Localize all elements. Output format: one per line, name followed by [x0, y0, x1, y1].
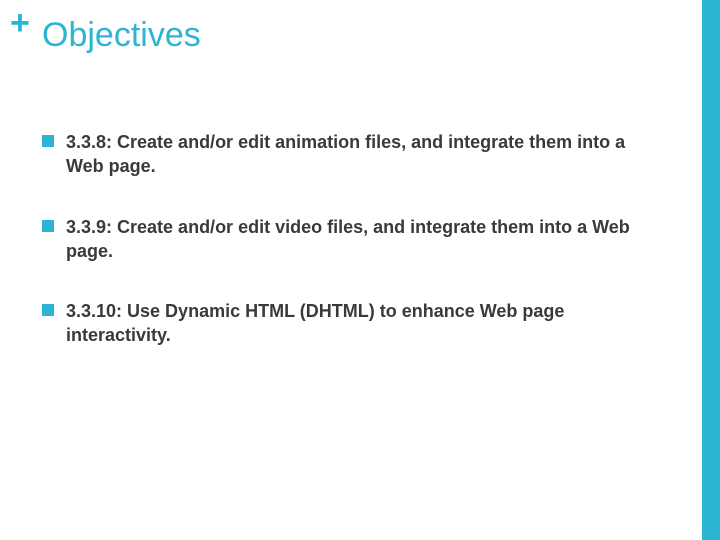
list-item: 3.3.10: Use Dynamic HTML (DHTML) to enha…: [42, 299, 666, 348]
bullet-text: 3.3.10: Use Dynamic HTML (DHTML) to enha…: [66, 299, 666, 348]
bullet-marker-icon: [42, 220, 54, 232]
bullet-text: 3.3.9: Create and/or edit video files, a…: [66, 215, 666, 264]
bullet-marker-icon: [42, 304, 54, 316]
plus-icon: +: [10, 6, 30, 40]
page-title: Objectives: [42, 16, 201, 55]
bullet-marker-icon: [42, 135, 54, 147]
accent-bar: [702, 0, 720, 540]
bullet-list: 3.3.8: Create and/or edit animation file…: [42, 130, 666, 384]
list-item: 3.3.9: Create and/or edit video files, a…: [42, 215, 666, 264]
list-item: 3.3.8: Create and/or edit animation file…: [42, 130, 666, 179]
bullet-text: 3.3.8: Create and/or edit animation file…: [66, 130, 666, 179]
